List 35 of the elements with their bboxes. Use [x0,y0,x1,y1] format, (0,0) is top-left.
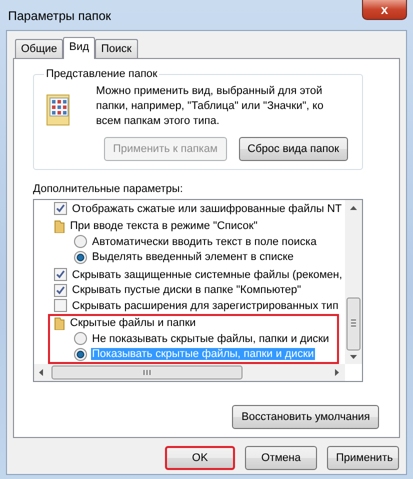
checkbox[interactable] [54,268,67,282]
tab[interactable]: Общие [15,39,64,58]
option-label[interactable]: Скрывать пустые диски в папке "Компьютер" [71,284,302,296]
option-label[interactable]: Выделять введенный элемент в списке [91,251,295,264]
option-label[interactable]: Не показывать скрытые файлы, папки и диски [91,332,330,345]
tab[interactable]: Вид [63,37,96,59]
description-text: Можно применить вид, выбранный для этой папки, например, "Таблица" или "Значки", ко всем папкам этого типа. [96,84,324,129]
radio-button[interactable] [74,332,87,346]
vertical-scrollbar[interactable] [345,200,362,364]
view-button[interactable]: Сброс вида папок [238,137,348,161]
option-label[interactable]: Скрывать защищенные системные файлы (рекомен, [71,268,344,281]
checkbox[interactable] [54,284,67,297]
folder-icon [54,220,65,233]
group-title: Представление папок [45,68,158,80]
dialog-button[interactable]: Применить [327,446,399,470]
checkbox[interactable] [54,202,67,216]
checkbox[interactable] [54,299,67,312]
close-button[interactable]: x [362,0,407,20]
dialog-button[interactable]: Отмена [245,446,317,470]
radio-button[interactable] [74,348,87,361]
dialog-button[interactable]: OK [165,446,235,470]
option-label[interactable]: При вводе текста в режиме "Список" [69,220,258,232]
option-label[interactable]: Скрытые файлы и папки [69,317,197,330]
radio-button[interactable] [74,235,87,248]
window-title: Параметры папок [8,9,112,23]
option-label[interactable]: Автоматически вводить текст в поле поиска [91,236,318,248]
option-label[interactable]: Скрывать расширения для зарегистрированных тип [71,300,340,312]
folder-grid-icon [46,92,72,126]
horizontal-scrollbar[interactable] [34,364,345,381]
restore-defaults-button[interactable]: Восстановить умолчания [232,405,379,429]
tab[interactable]: Поиск [95,39,138,58]
section-label: Дополнительные параметры: [33,183,184,195]
folder-icon [54,316,65,330]
radio-button[interactable] [74,250,87,264]
option-label[interactable]: Отображать сжатые или зашифрованные файлы NT [71,202,343,215]
